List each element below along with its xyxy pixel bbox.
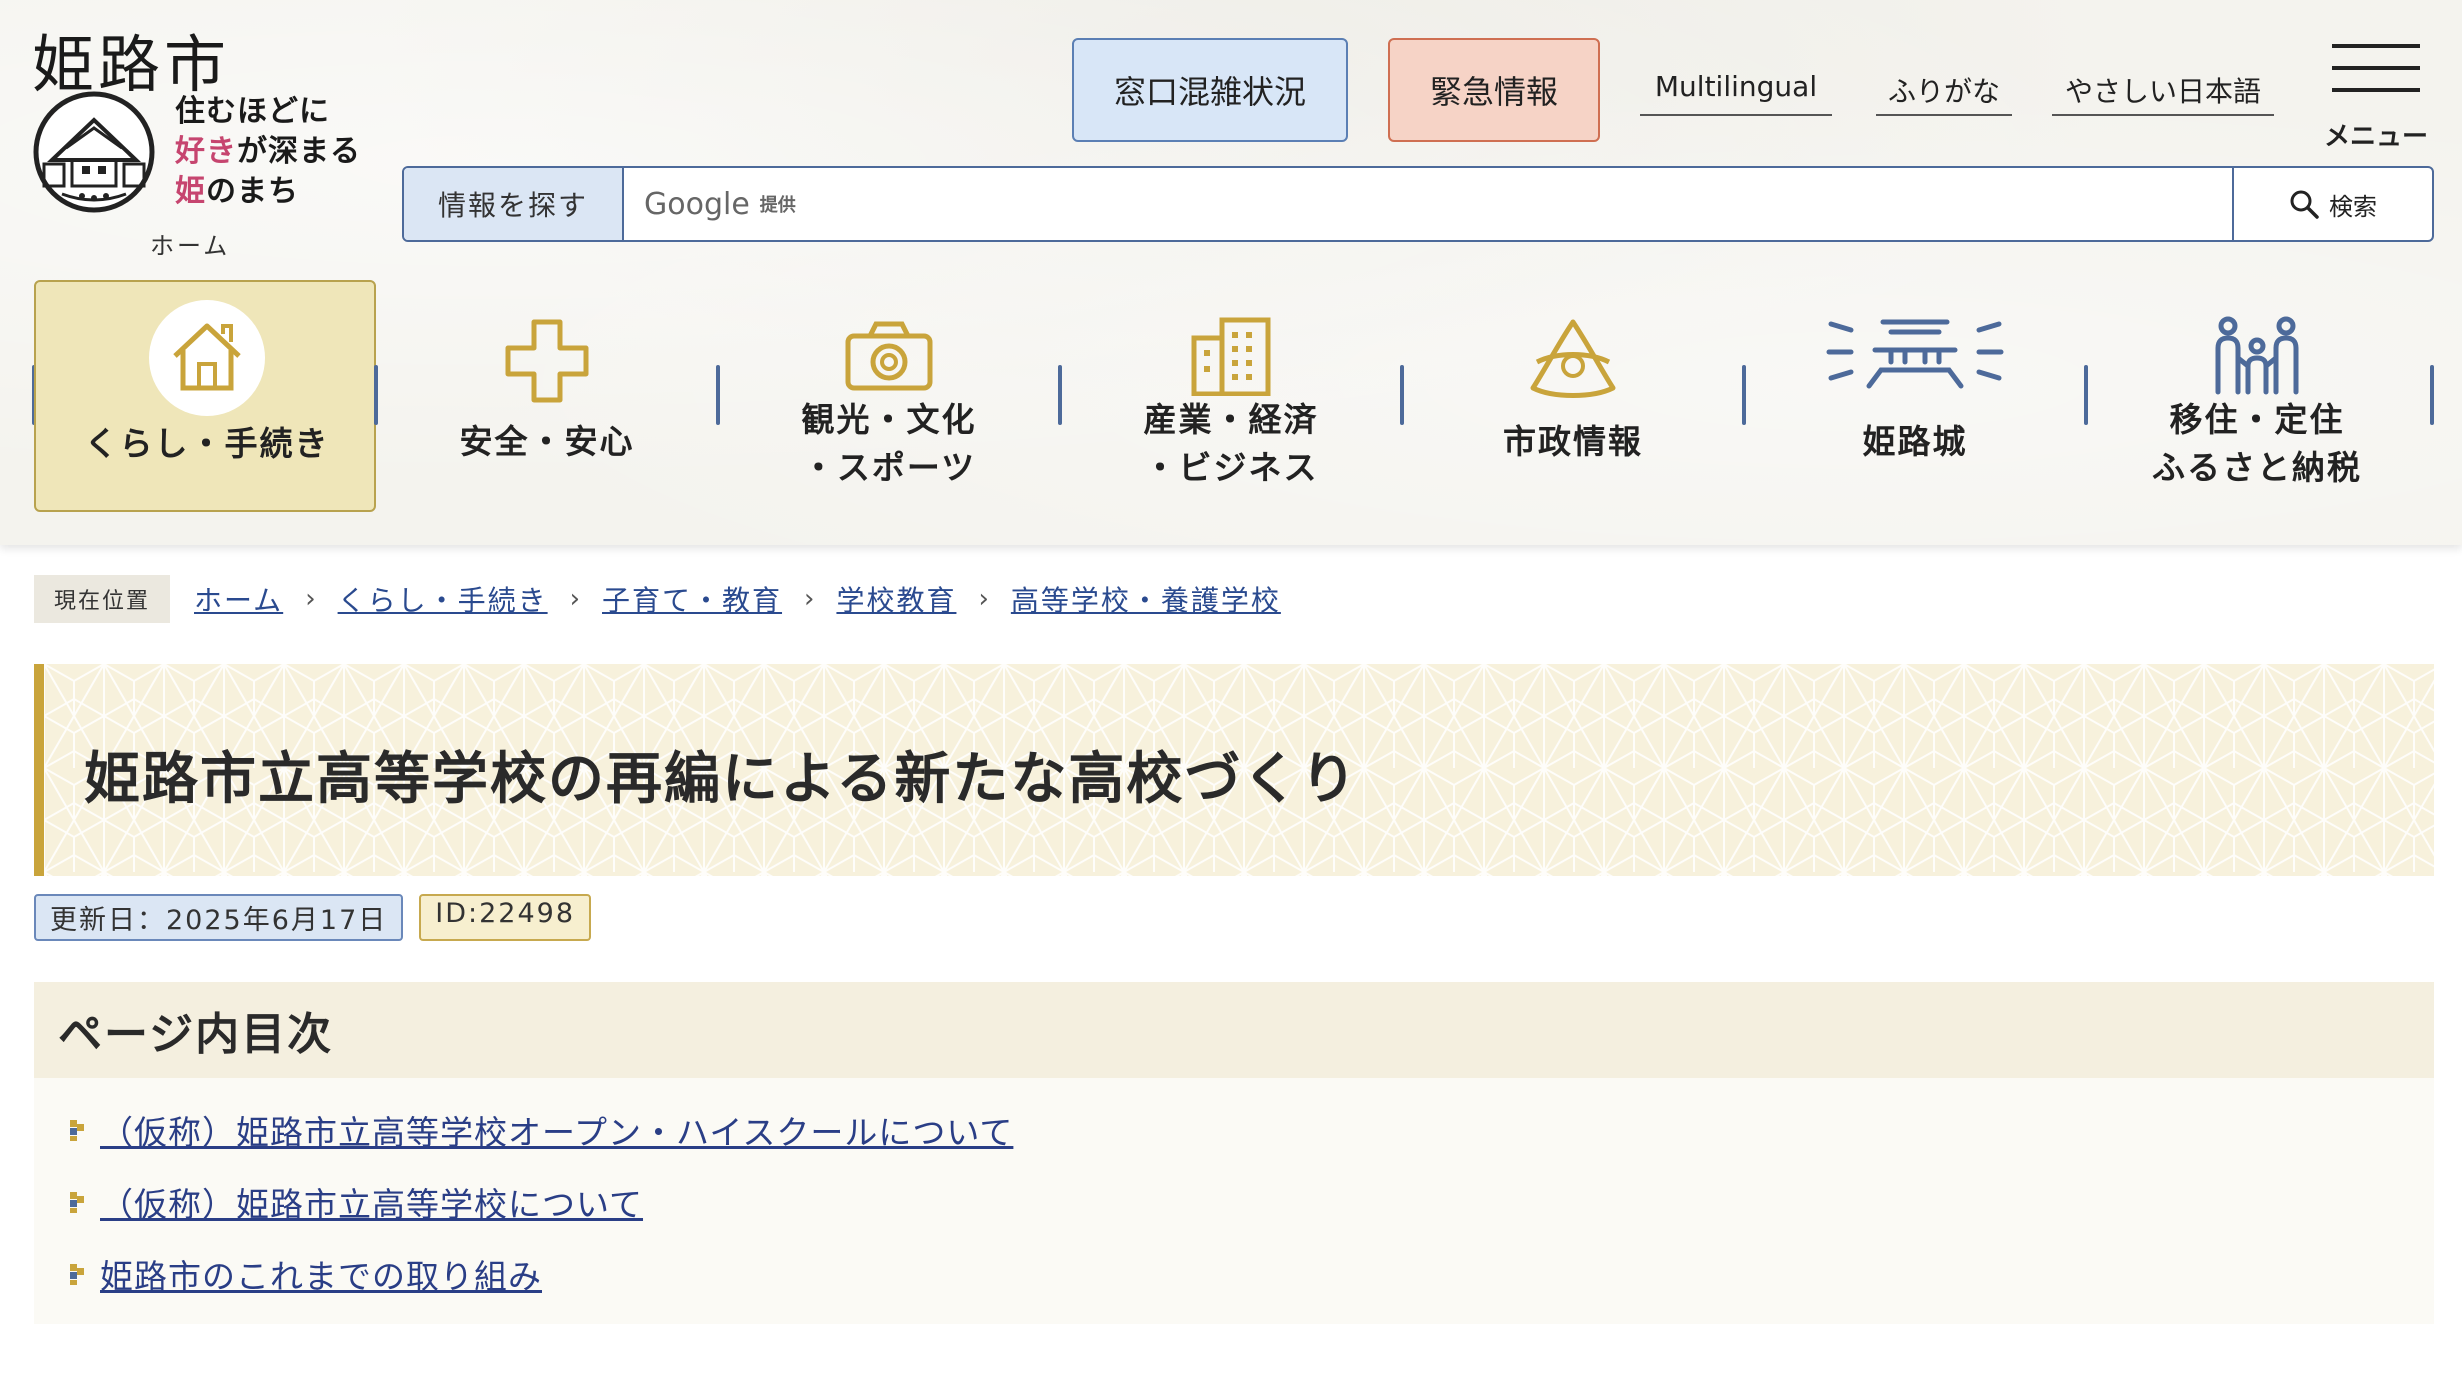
breadcrumb-home[interactable]: ホーム <box>194 579 283 619</box>
nav-item-label: 観光・文化 <box>801 400 977 439</box>
search-button-label: 検索 <box>2329 192 2377 221</box>
family-icon <box>2215 316 2299 395</box>
nav-item-label: 産業・経済 <box>1143 400 1319 439</box>
breadcrumb-school-education[interactable]: 学校教育 <box>836 579 956 619</box>
emergency-info-button[interactable]: 緊急情報 <box>1388 38 1600 142</box>
multilingual-link[interactable]: Multilingual <box>1640 70 1832 116</box>
nav-icon-wrap <box>718 320 1060 392</box>
home-label[interactable]: ホーム <box>150 226 230 261</box>
cross-icon <box>505 319 589 403</box>
menu-label: メニュー <box>2324 122 2429 152</box>
nav-item-label-2: ・ビジネス <box>1143 448 1319 487</box>
bullet-icon <box>70 1120 84 1141</box>
toc-link-municipal-high-school[interactable]: （仮称）姫路市立高等学校について <box>100 1178 643 1226</box>
nav-item-city-government[interactable]: 市政情報 <box>1402 280 1744 512</box>
nav-item-tourism[interactable]: 観光・文化 ・スポーツ <box>718 280 1060 512</box>
nav-item-label-2: ふるさと納税 <box>2152 448 2362 487</box>
hamburger-icon-bar <box>2332 88 2420 92</box>
slogan-line-1: 住むほどに <box>175 94 330 129</box>
chevron-right-icon: › <box>305 584 316 614</box>
nav-icon-wrap <box>376 316 718 406</box>
nav-item-industry[interactable]: 産業・経済 ・ビジネス <box>1060 280 1402 512</box>
bullet-icon <box>70 1264 84 1285</box>
city-emblem-icon <box>1530 319 1616 398</box>
hamburger-icon-bar <box>2332 66 2420 70</box>
city-slogan: 住むほどに 好きが深まる 姫のまち <box>175 92 375 212</box>
nav-icon-wrap <box>2086 316 2428 396</box>
toc-heading: ページ内目次 <box>34 982 2434 1078</box>
breadcrumb-living[interactable]: くらし・手続き <box>338 579 548 619</box>
search-input[interactable]: Google 提供 <box>624 168 2232 240</box>
city-emblem-logo[interactable] <box>32 90 160 214</box>
chevron-right-icon: › <box>569 584 581 614</box>
chevron-right-icon: › <box>978 584 989 614</box>
breadcrumb-childcare-education[interactable]: 子育て・教育 <box>602 579 782 619</box>
nav-item-label: 移住・定住 <box>2169 400 2345 439</box>
nav-item-label: 姫路城 <box>1862 422 1968 461</box>
slogan-highlight: 姫 <box>175 174 206 209</box>
list-item: （仮称）姫路市立高等学校オープン・ハイスクールについて <box>64 1094 2434 1166</box>
google-logo: Google <box>644 186 750 222</box>
list-item: （仮称）姫路市立高等学校について <box>64 1166 2434 1238</box>
bullet-icon <box>70 1192 84 1213</box>
breadcrumb: 現在位置 ホーム › くらし・手続き › 子育て・教育 › 学校教育 › 高等学… <box>34 575 1281 623</box>
page-title: 姫路市立高等学校の再編による新たな高校づくり <box>84 747 1359 812</box>
global-nav: くらし・手続き 安全・安心 観光・文化 ・スポーツ 産業・経済 ・ビジネス 市政… <box>32 280 2434 512</box>
nav-item-label: くらし・手続き <box>84 424 330 463</box>
toc-link-open-high-school[interactable]: （仮称）姫路市立高等学校オープン・ハイスクールについて <box>100 1106 1013 1154</box>
updated-date-badge: 更新日：2025年6月17日 <box>34 894 404 941</box>
nav-item-label: 安全・安心 <box>459 422 635 461</box>
counter-congestion-button[interactable]: 窓口混雑状況 <box>1072 38 1348 142</box>
page-title-box: 姫路市立高等学校の再編による新たな高校づくり <box>34 664 2434 876</box>
camera-icon <box>845 321 933 391</box>
google-provided-label: 提供 <box>759 195 796 216</box>
nav-item-living[interactable]: くらし・手続き <box>34 280 376 512</box>
toc-list: （仮称）姫路市立高等学校オープン・ハイスクールについて （仮称）姫路市立高等学校… <box>34 1078 2434 1310</box>
slogan-text: が深まる <box>237 134 361 169</box>
house-icon <box>149 300 265 416</box>
breadcrumb-high-schools[interactable]: 高等学校・養護学校 <box>1011 579 1281 619</box>
breadcrumb-current-label: 現在位置 <box>34 575 171 623</box>
search-icon <box>2290 190 2319 219</box>
castle-icon <box>1826 319 2004 389</box>
slogan-highlight: 好き <box>175 134 237 169</box>
page-meta: 更新日：2025年6月17日 ID:22498 <box>34 894 591 941</box>
nav-item-safety[interactable]: 安全・安心 <box>376 280 718 512</box>
menu-button[interactable]: メニュー <box>2324 40 2429 152</box>
nav-icon-wrap <box>1744 316 2086 390</box>
furigana-link[interactable]: ふりがな <box>1876 70 2012 116</box>
search-button[interactable]: 検索 <box>2232 168 2432 240</box>
easy-japanese-link[interactable]: やさしい日本語 <box>2052 70 2274 116</box>
slogan-line-3: 姫のまち <box>175 172 375 212</box>
slogan-text: のまち <box>206 174 299 209</box>
nav-item-label: 市政情報 <box>1503 422 1643 461</box>
table-of-contents: ページ内目次 （仮称）姫路市立高等学校オープン・ハイスクールについて （仮称）姫… <box>34 982 2434 1324</box>
nav-item-himeji-castle[interactable]: 姫路城 <box>1744 280 2086 512</box>
nav-icon-wrap <box>36 298 378 418</box>
site-search: 情報を探す Google 提供 検索 <box>402 166 2434 242</box>
nav-item-label-2: ・スポーツ <box>801 448 977 487</box>
search-label: 情報を探す <box>404 168 624 240</box>
page-id-badge: ID:22498 <box>419 894 591 941</box>
nav-separator <box>2430 365 2434 425</box>
hamburger-icon <box>2332 44 2420 48</box>
list-item: 姫路市のこれまでの取り組み <box>64 1238 2434 1310</box>
toc-link-past-efforts[interactable]: 姫路市のこれまでの取り組み <box>100 1250 542 1298</box>
site-header: 姫路市 住むほどに 好きが深まる 姫のまち ホーム 窓口混雑状況 緊急情報 Mu… <box>0 0 2462 545</box>
building-icon <box>1191 317 1271 396</box>
nav-item-relocation[interactable]: 移住・定住 ふるさと納税 <box>2086 280 2428 512</box>
chevron-right-icon: › <box>804 584 815 614</box>
nav-icon-wrap <box>1402 316 1744 402</box>
nav-icon-wrap <box>1060 316 1402 396</box>
slogan-line-2: 好きが深まる <box>175 132 375 172</box>
